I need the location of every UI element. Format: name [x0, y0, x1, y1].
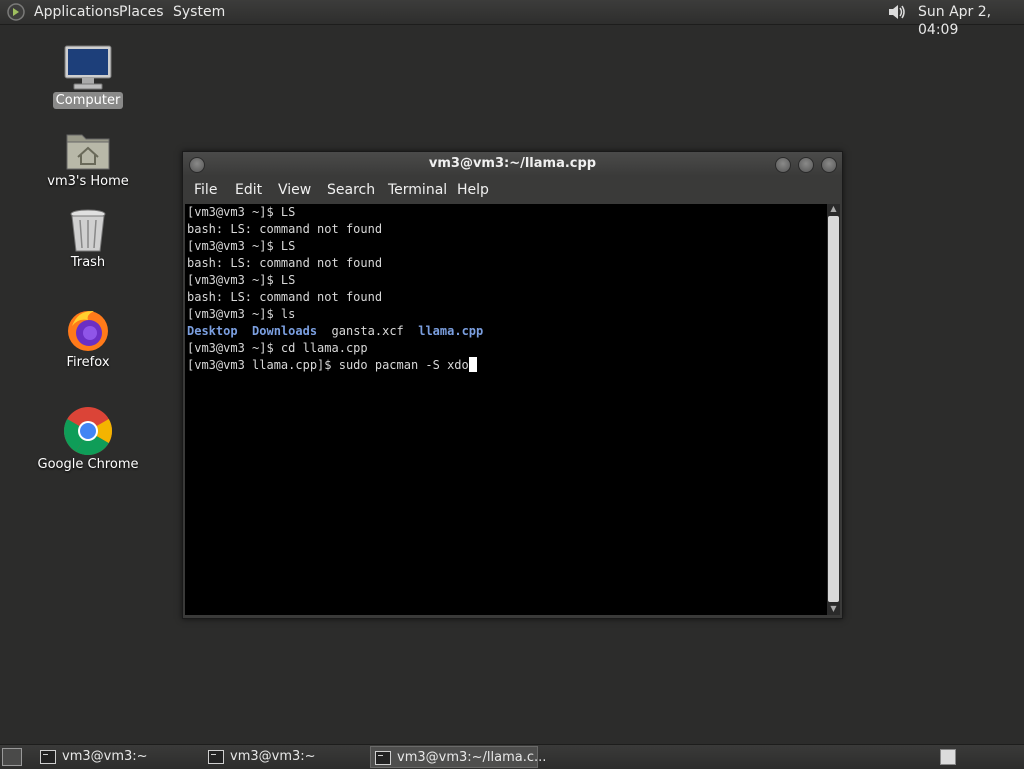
desktop-icon-label: vm3's Home: [47, 174, 129, 189]
workspace-switcher[interactable]: [940, 749, 956, 765]
scroll-down-icon[interactable]: ▼: [827, 604, 840, 614]
terminal-window[interactable]: vm3@vm3:~/llama.cpp File Edit View Searc…: [182, 151, 843, 619]
desktop-icon-firefox[interactable]: Firefox: [33, 306, 143, 371]
terminal-icon: [208, 750, 224, 764]
desktop-icon-trash[interactable]: Trash: [33, 208, 143, 271]
taskbar-item-active[interactable]: vm3@vm3:~/llama.c...: [370, 746, 546, 768]
minimize-icon[interactable]: [775, 157, 791, 173]
terminal-line: bash: LS: command not found: [187, 256, 383, 270]
menu-terminal[interactable]: Terminal: [388, 182, 447, 198]
taskbar-item-label: vm3@vm3:~: [62, 749, 148, 764]
terminal-scrollbar[interactable]: ▲ ▼: [827, 204, 840, 615]
terminal-icon: [40, 750, 56, 764]
desktop-icon-label: Trash: [70, 255, 106, 270]
close-icon[interactable]: [821, 157, 837, 173]
window-title: vm3@vm3:~/llama.cpp: [428, 156, 597, 171]
menu-file[interactable]: File: [194, 182, 217, 198]
ls-entry-file: gansta.xcf: [331, 324, 404, 338]
desktop-icon-computer[interactable]: Computer: [33, 44, 143, 109]
trash-icon: [70, 209, 106, 252]
system-menu[interactable]: System: [173, 3, 225, 21]
menu-edit[interactable]: Edit: [235, 182, 262, 198]
bottom-panel: vm3@vm3:~ vm3@vm3:~ vm3@vm3:~/llama.c...: [0, 744, 1024, 769]
applications-menu[interactable]: Applications: [34, 3, 120, 21]
desktop-icon-label: Computer: [52, 92, 124, 109]
show-desktop-icon[interactable]: [2, 748, 22, 766]
terminal-line: [vm3@vm3 ~]$ cd llama.cpp: [187, 341, 368, 355]
window-titlebar[interactable]: vm3@vm3:~/llama.cpp: [183, 152, 842, 176]
volume-icon[interactable]: [886, 2, 908, 22]
terminal-line: [vm3@vm3 ~]$ ls: [187, 307, 296, 321]
terminal-output[interactable]: [vm3@vm3 ~]$ LS bash: LS: command not fo…: [185, 204, 827, 615]
chrome-icon: [63, 407, 113, 456]
gnome-foot-icon[interactable]: [6, 2, 26, 22]
ls-entry-dir: llama.cpp: [418, 324, 484, 338]
ls-output-line: Desktop Downloads gansta.xcf llama.cpp: [187, 323, 483, 340]
taskbar-item[interactable]: vm3@vm3:~: [36, 746, 196, 768]
clock[interactable]: Sun Apr 2, 04:09: [918, 3, 1024, 39]
terminal-line: bash: LS: command not found: [187, 290, 383, 304]
desktop-icon-label: Google Chrome: [37, 457, 139, 472]
terminal-menubar: File Edit View Search Terminal Help: [183, 176, 842, 204]
ls-entry-dir: Desktop: [187, 324, 238, 338]
terminal-current-command: [vm3@vm3 llama.cpp]$ sudo pacman -S xdo: [187, 358, 469, 372]
terminal-line: bash: LS: command not found: [187, 222, 383, 236]
maximize-icon[interactable]: [798, 157, 814, 173]
scroll-up-icon[interactable]: ▲: [827, 204, 840, 214]
desktop-icon-home[interactable]: vm3's Home: [33, 127, 143, 190]
firefox-icon: [68, 310, 108, 351]
text-cursor: [468, 357, 477, 372]
taskbar-item-label: vm3@vm3:~/llama.c...: [397, 750, 547, 765]
desktop-icon-label: Firefox: [66, 355, 110, 370]
menu-help[interactable]: Help: [457, 182, 489, 198]
home-folder-icon: [66, 134, 110, 170]
scroll-thumb[interactable]: [828, 216, 839, 602]
terminal-input-line[interactable]: [vm3@vm3 llama.cpp]$ sudo pacman -S xdo: [187, 357, 477, 374]
desktop-icon-chrome[interactable]: Google Chrome: [33, 406, 143, 473]
terminal-line: [vm3@vm3 ~]$ LS: [187, 205, 296, 219]
ls-entry-dir: Downloads: [252, 324, 318, 338]
terminal-line: [vm3@vm3 ~]$ LS: [187, 273, 296, 287]
terminal-line: [vm3@vm3 ~]$ LS: [187, 239, 296, 253]
places-menu[interactable]: Places: [119, 3, 164, 21]
menu-search[interactable]: Search: [327, 182, 375, 198]
taskbar-item-label: vm3@vm3:~: [230, 749, 316, 764]
menu-view[interactable]: View: [278, 182, 311, 198]
taskbar-item[interactable]: vm3@vm3:~: [204, 746, 364, 768]
computer-icon: [64, 45, 112, 90]
top-panel: Applications Places System Sun Apr 2, 04…: [0, 0, 1024, 38]
terminal-icon: [375, 751, 391, 765]
